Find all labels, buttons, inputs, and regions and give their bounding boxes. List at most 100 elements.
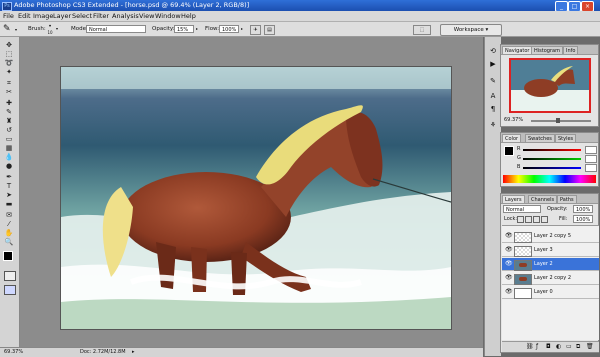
gradient-icon[interactable]: ▦ xyxy=(2,144,16,152)
brush-icon[interactable]: ✎ xyxy=(3,24,15,34)
blend-mode-select[interactable]: Normal xyxy=(503,205,541,213)
tab-histogram[interactable]: Histogram xyxy=(531,46,563,54)
foreground-color-swatch[interactable] xyxy=(3,251,13,261)
menu-image[interactable]: Image xyxy=(33,11,53,21)
lasso-icon[interactable]: ➰ xyxy=(2,59,16,67)
menu-filter[interactable]: Filter xyxy=(93,11,109,21)
fx-icon[interactable]: ƒ xyxy=(536,343,538,350)
lock-all-icon[interactable] xyxy=(541,216,548,223)
menu-analysis[interactable]: Analysis xyxy=(112,11,139,21)
brushes-panel-icon[interactable]: ⚘ xyxy=(488,121,498,130)
menu-layer[interactable]: Layer xyxy=(53,11,71,21)
mask-icon[interactable]: ◘ xyxy=(546,343,551,350)
history-brush-icon[interactable]: ↺ xyxy=(2,126,16,134)
eye-icon[interactable]: 👁 xyxy=(505,261,513,267)
quick-mask-icon[interactable] xyxy=(4,271,16,281)
healing-brush-icon[interactable]: ✚ xyxy=(2,99,16,107)
pen-icon[interactable]: ✒ xyxy=(2,173,16,181)
actions-panel-icon[interactable]: ▶ xyxy=(488,60,498,69)
tab-navigator[interactable]: Navigator xyxy=(502,46,533,54)
layer-row[interactable]: 👁 Layer 2 copy 5 xyxy=(502,230,599,243)
paragraph-panel-icon[interactable]: ¶ xyxy=(488,105,498,114)
group-icon[interactable]: ▭ xyxy=(566,343,572,350)
red-slider[interactable] xyxy=(523,149,581,151)
lock-transparency-icon[interactable] xyxy=(517,216,524,223)
type-icon[interactable]: T xyxy=(2,182,16,190)
new-layer-icon[interactable]: ⧉ xyxy=(576,343,580,351)
move-icon[interactable]: ✥ xyxy=(2,41,16,49)
menu-help[interactable]: Help xyxy=(181,11,196,21)
opacity-field[interactable]: 15% xyxy=(174,25,194,33)
clone-stamp-icon[interactable]: ♜ xyxy=(2,117,16,125)
green-slider[interactable] xyxy=(523,158,581,160)
notes-icon[interactable]: ✉ xyxy=(2,211,16,219)
marquee-icon[interactable]: ⬚ xyxy=(2,50,16,58)
opacity-arrow-icon[interactable]: ▸ xyxy=(196,26,198,31)
brushes-palette-icon[interactable]: ▤ xyxy=(264,25,275,35)
eye-icon[interactable]: 👁 xyxy=(505,233,513,239)
tool-presets-icon[interactable]: ✎ xyxy=(488,77,498,86)
navigator-zoom-slider[interactable] xyxy=(531,120,591,122)
tab-channels[interactable]: Channels xyxy=(528,195,558,203)
bridge-icon[interactable]: ⬚ xyxy=(413,25,431,35)
brush-tool-icon[interactable]: ✎ xyxy=(2,108,16,116)
tab-info[interactable]: Info xyxy=(563,46,579,54)
eye-icon[interactable]: 👁 xyxy=(505,275,513,281)
tab-swatches[interactable]: Swatches xyxy=(525,134,555,142)
dodge-icon[interactable]: ● xyxy=(2,162,16,170)
tab-paths[interactable]: Paths xyxy=(557,195,577,203)
layer-opacity-field[interactable]: 100% xyxy=(573,205,593,213)
adjustment-icon[interactable]: ◐ xyxy=(556,343,561,350)
character-panel-icon[interactable]: A xyxy=(488,92,498,101)
eye-icon[interactable]: 👁 xyxy=(505,247,513,253)
brush-dropdown-icon[interactable]: ▾ xyxy=(56,26,58,31)
menu-window[interactable]: Window xyxy=(155,11,181,21)
path-select-icon[interactable]: ➤ xyxy=(2,191,16,199)
navigator-zoom-value[interactable]: 69.37% xyxy=(504,117,523,123)
eyedropper-icon[interactable]: ⁄ xyxy=(2,220,16,228)
layer-row[interactable]: 👁 Layer 3 xyxy=(502,244,599,257)
trash-icon[interactable]: 🗑 xyxy=(586,343,594,350)
navigator-preview[interactable] xyxy=(509,58,591,113)
navigator-zoom-handle[interactable] xyxy=(556,118,560,123)
layer-row-selected[interactable]: 👁 Layer 2 xyxy=(502,258,599,271)
crop-icon[interactable]: ⌗ xyxy=(2,79,16,87)
menu-view[interactable]: View xyxy=(139,11,154,21)
menu-edit[interactable]: Edit xyxy=(18,11,31,21)
slice-icon[interactable]: ✂ xyxy=(2,88,16,96)
blue-value-field[interactable] xyxy=(585,164,597,172)
eye-icon[interactable]: 👁 xyxy=(505,289,513,295)
eraser-icon[interactable]: ▭ xyxy=(2,135,16,143)
zoom-icon[interactable]: 🔍 xyxy=(2,238,16,246)
lock-pixels-icon[interactable] xyxy=(525,216,532,223)
color-ramp[interactable] xyxy=(503,175,596,183)
brush-preview[interactable]: • 10 xyxy=(46,24,54,36)
shape-icon[interactable]: ▬ xyxy=(2,200,16,208)
lock-position-icon[interactable] xyxy=(533,216,540,223)
tool-preset-arrow-icon[interactable]: ▾ xyxy=(15,27,17,32)
tab-styles[interactable]: Styles xyxy=(555,134,577,142)
menu-select[interactable]: Select xyxy=(72,11,92,21)
chain-icon[interactable]: ⛓ xyxy=(526,343,534,350)
workspace-button[interactable]: Workspace ▾ xyxy=(440,24,502,36)
layer-row[interactable]: 👁 Layer 0 xyxy=(502,286,599,299)
blur-icon[interactable]: 💧 xyxy=(2,153,16,161)
fg-color-box[interactable] xyxy=(504,146,514,156)
screen-mode-icon[interactable] xyxy=(4,285,16,295)
menu-file[interactable]: File xyxy=(3,11,14,21)
fill-field[interactable]: 100% xyxy=(573,215,593,223)
tab-layers[interactable]: Layers xyxy=(502,195,525,203)
magic-wand-icon[interactable]: ✦ xyxy=(2,68,16,76)
layer-row[interactable]: 👁 Layer 2 copy 2 xyxy=(502,272,599,285)
tab-color[interactable]: Color xyxy=(502,134,522,142)
flow-arrow-icon[interactable]: ▸ xyxy=(241,26,243,31)
flow-field[interactable]: 100% xyxy=(219,25,239,33)
mode-select[interactable]: Normal xyxy=(86,25,146,33)
history-panel-icon[interactable]: ⟲ xyxy=(488,47,498,56)
canvas[interactable] xyxy=(60,66,452,330)
blue-slider[interactable] xyxy=(523,167,581,169)
green-value-field[interactable] xyxy=(585,155,597,163)
red-value-field[interactable] xyxy=(585,146,597,154)
airbrush-icon[interactable]: ✈ xyxy=(250,25,261,35)
hand-icon[interactable]: ✋ xyxy=(2,229,16,237)
